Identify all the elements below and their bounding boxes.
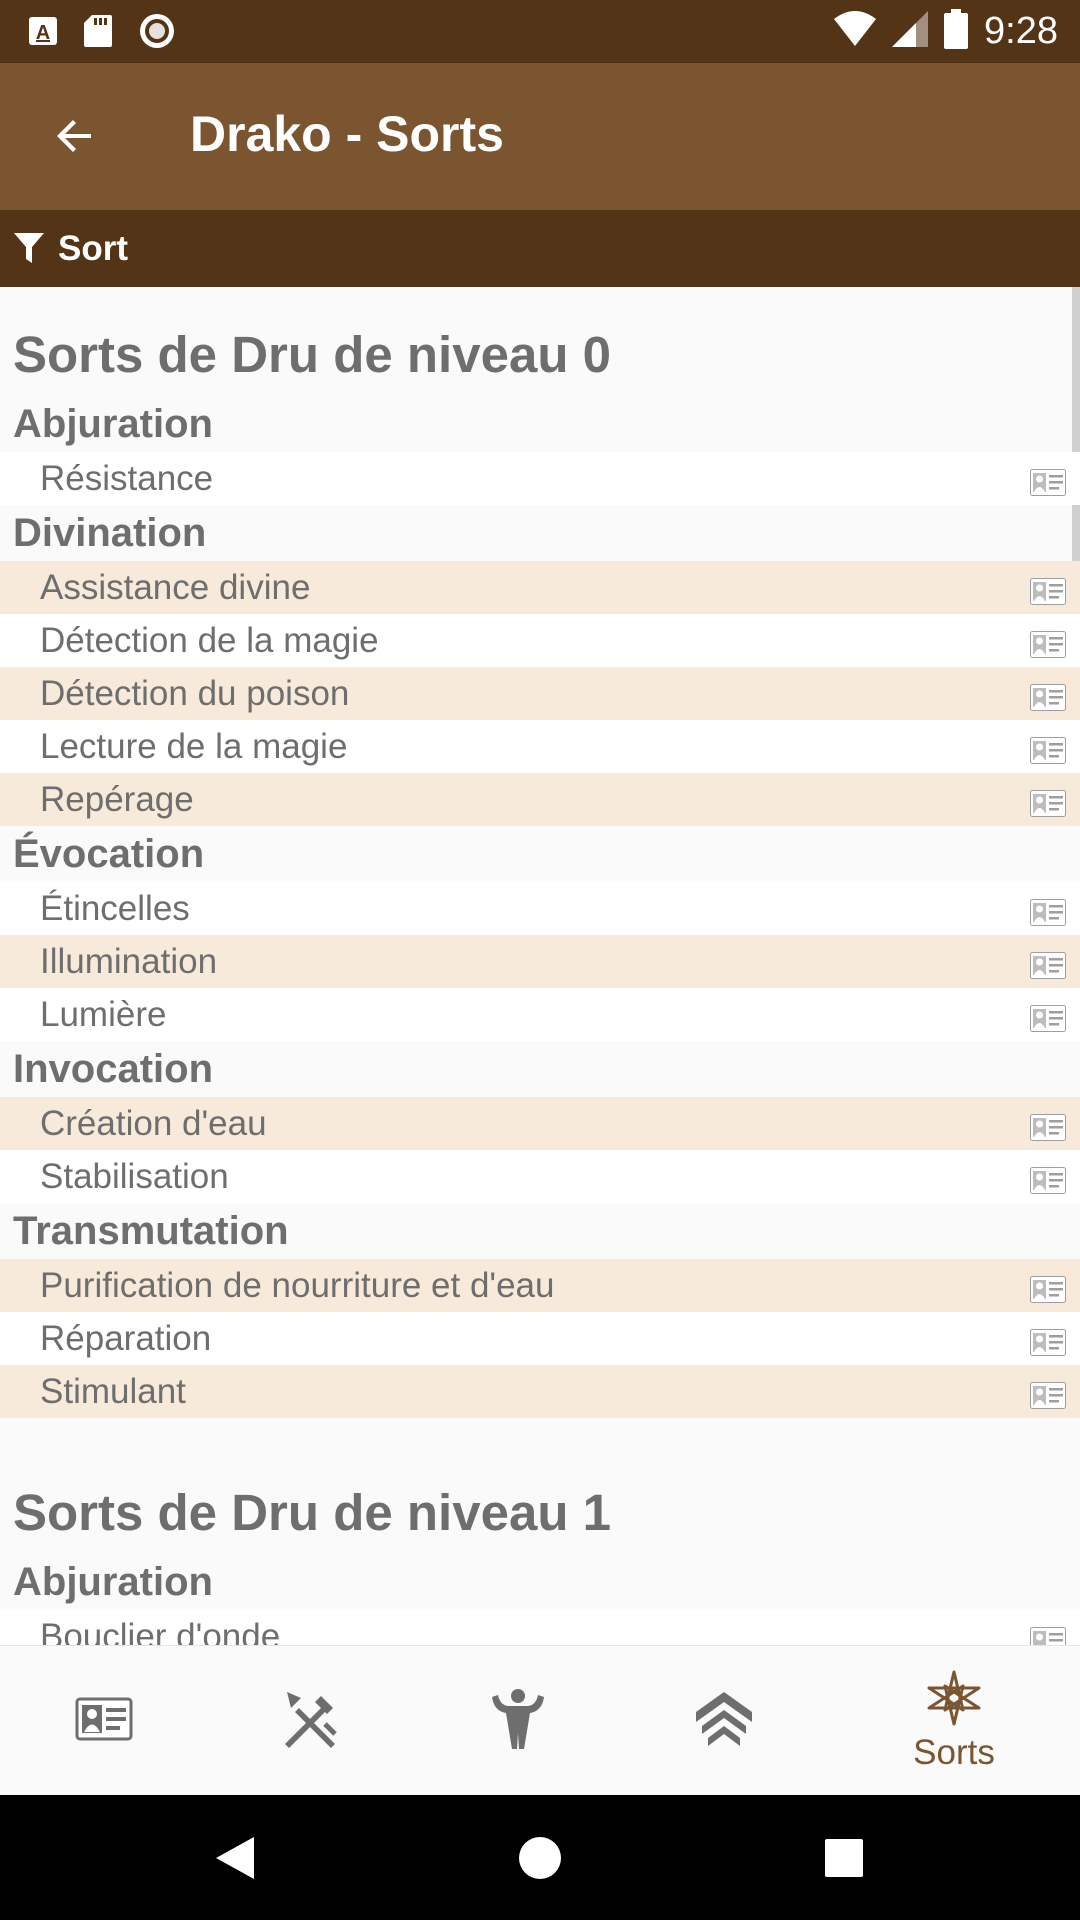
spell-row[interactable]: Stabilisation — [0, 1150, 1080, 1203]
filter-icon — [14, 232, 44, 265]
nav-equipment[interactable] — [220, 1646, 400, 1796]
spell-card-icon[interactable] — [1030, 574, 1066, 605]
status-time: 9:28 — [984, 10, 1058, 52]
school-header: Transmutation — [13, 1209, 289, 1253]
signal-icon — [892, 11, 929, 52]
school-header: Évocation — [13, 832, 205, 876]
spell-row[interactable]: Illumination — [0, 935, 1080, 988]
back-triangle-icon[interactable] — [214, 1835, 256, 1886]
arrow-back-icon — [51, 112, 99, 165]
system-navigation-bar — [0, 1795, 1080, 1920]
spell-name: Purification de nourriture et d'eau — [40, 1266, 555, 1305]
school-header: Invocation — [13, 1047, 214, 1091]
app-bar: Drako - Sorts — [0, 63, 1080, 210]
spell-row[interactable]: Détection de la magie — [0, 614, 1080, 667]
level-title: Sorts de Dru de niveau 1 — [13, 1484, 612, 1541]
strongman-icon — [488, 1687, 548, 1756]
sd-card-icon — [84, 14, 112, 53]
spell-row[interactable]: Stimulant — [0, 1365, 1080, 1418]
crossed-weapons-icon — [279, 1688, 341, 1755]
spell-name: Bouclier d'onde — [40, 1617, 281, 1645]
recents-square-icon[interactable] — [825, 1839, 863, 1882]
spell-card-icon[interactable] — [1030, 1163, 1066, 1194]
filter-label: Sort — [58, 228, 128, 268]
spell-card-icon[interactable] — [1030, 1001, 1066, 1032]
spell-card-icon[interactable] — [1030, 627, 1066, 658]
spell-card-icon[interactable] — [1030, 1325, 1066, 1356]
spell-row[interactable]: Repérage — [0, 773, 1080, 826]
spell-card-icon[interactable] — [1030, 1272, 1066, 1303]
spell-name: Stabilisation — [40, 1157, 229, 1196]
spell-name: Étincelles — [40, 889, 190, 928]
school-header: Divination — [13, 511, 207, 555]
spell-name: Détection de la magie — [40, 621, 379, 660]
wifi-icon — [834, 11, 877, 52]
nav-character[interactable] — [14, 1646, 194, 1796]
spell-row[interactable]: Lecture de la magie — [0, 720, 1080, 773]
spell-name: Création d'eau — [40, 1104, 267, 1143]
spell-name: Repérage — [40, 780, 194, 819]
spell-row[interactable]: Lumière — [0, 988, 1080, 1041]
heptagram-icon — [925, 1670, 983, 1731]
rank-chevrons-icon — [694, 1690, 754, 1753]
a-box-icon: A — [28, 16, 58, 51]
spell-card-icon[interactable] — [1030, 733, 1066, 764]
spell-name: Détection du poison — [40, 674, 350, 713]
spell-card-icon[interactable] — [1030, 680, 1066, 711]
spell-name: Stimulant — [40, 1372, 186, 1411]
character-card-icon — [75, 1697, 133, 1746]
spell-card-icon[interactable] — [1030, 948, 1066, 979]
spell-row[interactable]: Bouclier d'onde — [0, 1610, 1080, 1645]
school-header: Abjuration — [13, 1560, 213, 1604]
school-header: Abjuration — [13, 402, 213, 446]
battery-icon — [944, 9, 969, 54]
nav-spells-label: Sorts — [913, 1732, 995, 1772]
bottom-navigation: Sorts — [0, 1645, 1080, 1796]
nav-abilities[interactable] — [428, 1646, 608, 1796]
spell-row[interactable]: Purification de nourriture et d'eau — [0, 1259, 1080, 1312]
nav-ranks[interactable] — [634, 1646, 814, 1796]
home-circle-icon[interactable] — [519, 1837, 561, 1884]
back-button[interactable] — [40, 103, 110, 173]
spell-row[interactable]: Détection du poison — [0, 667, 1080, 720]
spell-card-icon[interactable] — [1030, 465, 1066, 496]
spell-name: Réparation — [40, 1319, 212, 1358]
spell-name: Résistance — [40, 459, 214, 498]
page-title: Drako - Sorts — [190, 106, 504, 162]
record-icon — [138, 12, 176, 55]
spell-row[interactable]: Étincelles — [0, 882, 1080, 935]
spell-name: Lumière — [40, 995, 167, 1034]
nav-spells[interactable]: Sorts — [864, 1646, 1044, 1796]
spell-row[interactable]: Création d'eau — [0, 1097, 1080, 1150]
level-title: Sorts de Dru de niveau 0 — [13, 326, 612, 383]
spell-card-icon[interactable] — [1030, 1378, 1066, 1409]
spell-row[interactable]: Assistance divine — [0, 561, 1080, 614]
spell-name: Lecture de la magie — [40, 727, 348, 766]
spell-row[interactable]: Réparation — [0, 1312, 1080, 1365]
spell-name: Illumination — [40, 942, 218, 981]
spell-name: Assistance divine — [40, 568, 311, 607]
spell-card-icon[interactable] — [1030, 1623, 1066, 1645]
status-bar: A 9:28 — [0, 0, 1080, 63]
spell-card-icon[interactable] — [1030, 1110, 1066, 1141]
spell-card-icon[interactable] — [1030, 895, 1066, 926]
spell-row[interactable]: Résistance — [0, 452, 1080, 505]
spell-list[interactable]: Sorts de Dru de niveau 0 Abjuration Rési… — [0, 287, 1080, 1645]
sort-filter-button[interactable]: Sort — [0, 210, 1080, 287]
spell-card-icon[interactable] — [1030, 786, 1066, 817]
